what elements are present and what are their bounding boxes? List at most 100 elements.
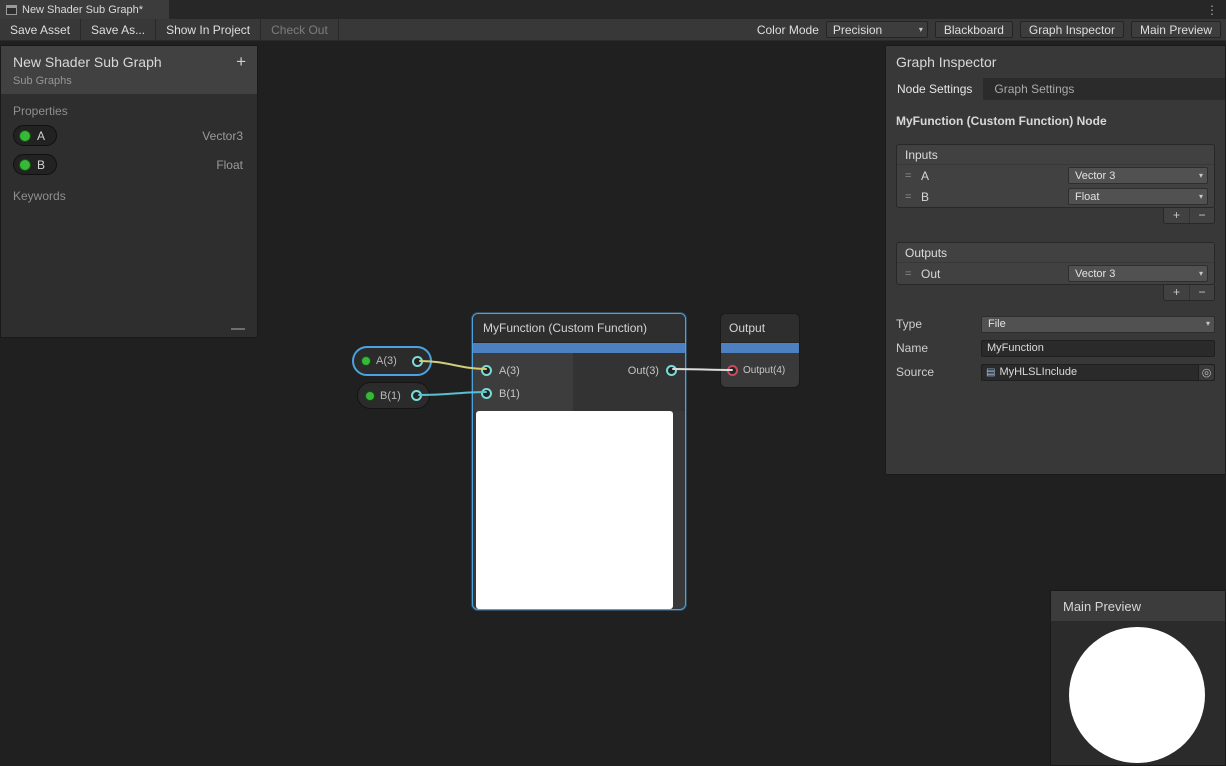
graph-toolbar: Save Asset Save As... Show In Project Ch… (0, 19, 1226, 41)
blackboard-toggle-label: Blackboard (944, 23, 1004, 37)
output-port-icon[interactable] (412, 356, 423, 367)
main-preview-toggle-button[interactable]: Main Preview (1131, 21, 1221, 38)
property-node-label: A(3) (376, 355, 397, 367)
graph-inspector-title: Graph Inspector (886, 46, 1225, 78)
input-b-type-dropdown[interactable]: Float ▾ (1068, 188, 1208, 205)
file-asset-icon: ▤ (986, 367, 995, 378)
output-port-out[interactable]: Out(3) (573, 359, 685, 382)
main-preview-viewport[interactable] (1051, 621, 1225, 765)
properties-section-header: Properties (1, 94, 257, 121)
output-type-dropdown[interactable]: Vector 3 ▾ (1068, 265, 1208, 282)
object-picker-icon[interactable]: ◎ (1198, 365, 1214, 380)
input-port-b[interactable]: B(1) (473, 382, 573, 405)
name-field-row: Name (896, 339, 1215, 357)
function-type-dropdown[interactable]: File ▾ (981, 316, 1215, 333)
node-color-strip (473, 342, 685, 353)
remove-input-button[interactable]: − (1189, 208, 1214, 223)
custom-function-node[interactable]: MyFunction (Custom Function) A(3) B(1) O… (472, 313, 686, 610)
inputs-row-a[interactable]: = A Vector 3 ▾ (897, 165, 1214, 186)
dropdown-value: Vector 3 (1075, 268, 1115, 280)
outputs-list: Outputs = Out Vector 3 ▾ (896, 242, 1215, 285)
property-color-dot-icon (361, 356, 371, 366)
node-preview-surface[interactable] (476, 411, 673, 609)
preview-sphere (1069, 627, 1205, 763)
color-mode-dropdown[interactable]: Precision ▾ (826, 21, 928, 38)
tab-node-settings[interactable]: Node Settings (886, 78, 983, 100)
property-pill-b[interactable]: B (13, 154, 57, 175)
main-preview-toggle-label: Main Preview (1140, 23, 1212, 37)
property-node-a[interactable]: A(3) (352, 346, 432, 376)
main-preview-title: Main Preview (1051, 591, 1225, 621)
drag-handle-icon[interactable]: = (905, 268, 921, 280)
save-asset-button[interactable]: Save Asset (0, 19, 81, 40)
input-port-a[interactable]: A(3) (473, 359, 573, 382)
property-pill-a[interactable]: A (13, 125, 57, 146)
save-as-button[interactable]: Save As... (81, 19, 156, 40)
tab-shader-subgraph[interactable]: New Shader Sub Graph* (0, 0, 169, 19)
port-connector-icon[interactable] (727, 365, 738, 376)
blackboard-resize-handle[interactable] (231, 328, 245, 330)
port-connector-icon[interactable] (481, 388, 492, 399)
blackboard-toggle-button[interactable]: Blackboard (935, 21, 1013, 38)
chevron-down-icon: ▾ (1199, 192, 1203, 201)
output-node[interactable]: Output Output(4) (720, 313, 800, 388)
outputs-row-out[interactable]: = Out Vector 3 ▾ (897, 263, 1214, 284)
output-port-icon[interactable] (411, 390, 422, 401)
inspector-tab-bar: Node Settings Graph Settings (886, 78, 1225, 100)
node-title[interactable]: Output (721, 314, 799, 342)
input-a-type-dropdown[interactable]: Vector 3 ▾ (1068, 167, 1208, 184)
keywords-section-header: Keywords (1, 179, 257, 206)
list-footer-buttons: + − (1163, 208, 1215, 224)
property-color-dot-icon (19, 159, 31, 171)
node-title[interactable]: MyFunction (Custom Function) (473, 314, 685, 342)
property-row-a: A Vector3 (1, 121, 257, 150)
chevron-down-icon: ▾ (1199, 171, 1203, 180)
chevron-down-icon: ▾ (919, 25, 923, 34)
port-label: B(1) (499, 388, 520, 400)
port-label: A(3) (499, 365, 520, 377)
tab-graph-settings[interactable]: Graph Settings (983, 78, 1085, 100)
main-preview-panel: Main Preview (1050, 590, 1226, 766)
color-mode-value: Precision (833, 23, 882, 37)
port-label: Out(3) (628, 365, 659, 377)
property-color-dot-icon (19, 130, 31, 142)
node-output-ports: Out(3) (573, 353, 685, 411)
inspected-node-header: MyFunction (Custom Function) Node (886, 100, 1225, 144)
property-type: Vector3 (202, 129, 243, 143)
blackboard-subtitle: Sub Graphs (13, 75, 247, 87)
drag-handle-icon[interactable]: = (905, 170, 921, 182)
property-node-label: B(1) (380, 390, 401, 402)
port-connector-icon[interactable] (481, 365, 492, 376)
property-node-b[interactable]: B(1) (357, 382, 430, 409)
drag-handle-icon[interactable]: = (905, 191, 921, 203)
blackboard-header: New Shader Sub Graph + Sub Graphs (1, 46, 257, 94)
source-object-field[interactable]: ▤ MyHLSLInclude ◎ (981, 364, 1215, 381)
chevron-down-icon: ▾ (1199, 269, 1203, 278)
add-property-button[interactable]: + (236, 53, 246, 70)
property-color-dot-icon (365, 391, 375, 401)
inputs-list-footer: + − (896, 208, 1215, 224)
chevron-down-icon: ▾ (1206, 319, 1210, 328)
inputs-row-b[interactable]: = B Float ▾ (897, 186, 1214, 207)
check-out-button: Check Out (261, 19, 339, 40)
add-output-button[interactable]: + (1164, 285, 1189, 300)
show-in-project-label: Show In Project (166, 23, 250, 37)
port-connector-icon[interactable] (666, 365, 677, 376)
output-node-port[interactable]: Output(4) (721, 353, 799, 388)
node-color-strip (721, 342, 799, 353)
graph-inspector-toggle-label: Graph Inspector (1029, 23, 1115, 37)
property-row-b: B Float (1, 150, 257, 179)
type-field-row: Type File ▾ (896, 315, 1215, 333)
show-in-project-button[interactable]: Show In Project (156, 19, 261, 40)
save-as-label: Save As... (91, 23, 145, 37)
graph-inspector-toggle-button[interactable]: Graph Inspector (1020, 21, 1124, 38)
remove-output-button[interactable]: − (1189, 285, 1214, 300)
add-input-button[interactable]: + (1164, 208, 1189, 223)
inputs-list: Inputs = A Vector 3 ▾ = B Float ▾ (896, 144, 1215, 208)
function-fields: Type File ▾ Name Source ▤ MyHLSLInclude … (896, 315, 1215, 381)
outputs-list-header: Outputs (897, 243, 1214, 263)
input-name: A (921, 169, 929, 183)
window-overflow-menu[interactable]: ⋮ (1198, 0, 1226, 19)
function-name-input[interactable] (981, 340, 1215, 357)
color-mode-label: Color Mode (757, 23, 819, 37)
